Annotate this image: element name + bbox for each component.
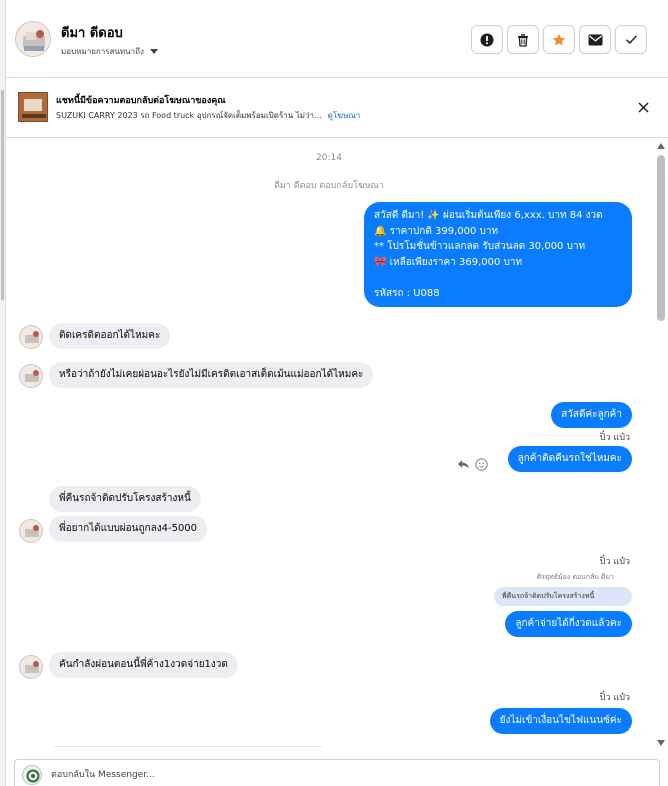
message-incoming[interactable]: ติดเครดิตออกได้ไหมคะ [49,323,171,349]
mark-done-button[interactable] [615,25,647,54]
ad-description: SUZUKI CARRY 2023 รถ Food truck อุปกรณ์จ… [56,111,322,120]
ad-reply-note: ดีมา ดีดอบ ตอบกลับโฆษณา [274,181,384,191]
header-action-buttons [471,25,647,54]
sender-label: ปิ๋ว แป๋ว [599,433,630,443]
message-composer [14,759,660,786]
sender-label: ปิ๋ว แป๋ว [599,557,630,567]
message-incoming[interactable]: พี่อยากได้แบบผ่อนถูกลง4-5000 [49,516,208,542]
trash-icon [518,33,528,47]
ad-banner-title: แชทนี้มีข้อความตอบกลับต่อโฆษณาของคุณ [56,96,226,106]
message-outgoing[interactable]: สวัสดี ดีมา! ✨ ผ่อนเริ่มต้นเพียง 6,xxx. … [364,202,632,307]
message-outgoing[interactable]: สวัสดีค่ะลูกค้า [551,402,632,428]
message-incoming[interactable]: พี่คืนรถจ้าติดปรับโครงสร้างหนี้ [49,486,201,512]
react-smiley-icon[interactable] [474,457,488,471]
scroll-down-arrow-icon[interactable] [657,740,665,746]
checkmark-icon [625,35,637,44]
message-quick-actions [456,457,488,471]
thread-scrollbar-thumb[interactable] [657,155,665,321]
thread-timestamp: 20:14 [316,153,342,163]
sender-label: ปิ๋ว แป๋ว [599,693,630,703]
thread-scrollbar[interactable] [656,140,666,748]
close-icon [637,101,649,113]
assign-label: มอบหมายการสนทนาถึง [61,47,144,56]
view-ad-link[interactable]: ดูโฆษณา [328,111,361,120]
contact-avatar-small[interactable] [19,519,43,543]
reply-context-note: ศิรยุทธ์ม้อง ตอบกลับ ดีมา [536,573,614,581]
reply-icon[interactable] [456,457,470,471]
message-incoming[interactable]: คันกำลังผ่อนตอนนี้พี่ค้าง1งวดจ่าย1งวด [49,652,238,678]
star-icon [552,33,566,46]
ad-thumbnail[interactable] [18,92,48,122]
message-incoming[interactable]: หรือว่าถ้ายังไม่เคยผ่อนอะไรยังไม่มีเครดิ… [49,362,374,388]
mark-unread-button[interactable] [579,25,611,54]
page-avatar [22,765,42,785]
close-banner-button[interactable] [634,98,652,116]
delete-button[interactable] [507,25,539,54]
divider [54,746,322,747]
assign-conversation-dropdown[interactable]: มอบหมายการสนทนาถึง [61,45,158,58]
contact-name: ดีมา ดีดอบ [61,26,123,41]
ad-reply-banner: แชทนี้มีข้อความตอบกลับต่อโฆษณาของคุณ SUZ… [6,78,668,138]
contact-avatar[interactable] [15,21,51,57]
message-outgoing[interactable]: ยังไม่เข้าเงื่อนไขไฟแนนซ์ค่ะ [489,708,632,734]
message-outgoing[interactable]: ลูกค้าจ่ายได้กี่งวดแล้วคะ [505,611,632,637]
exclamation-circle-icon [480,33,494,46]
contact-avatar-small[interactable] [19,655,43,679]
quoted-message[interactable]: พี่คืนรถจ้าติดปรับโครงสร้างหนี้ [494,587,632,606]
conversation-header: ดีมา ดีดอบ มอบหมายการสนทนาถึง [6,0,668,78]
ad-banner-subtitle: SUZUKI CARRY 2023 รถ Food truck อุปกรณ์จ… [56,109,360,122]
spam-button[interactable] [471,25,503,54]
reply-input[interactable] [51,765,611,785]
star-button[interactable] [543,25,575,54]
scroll-up-arrow-icon[interactable] [657,143,665,149]
message-outgoing[interactable]: ลูกค้าติดคืนรถใช่ไหมคะ [507,446,632,472]
messenger-inbox-window: ดีมา ดีดอบ มอบหมายการสนทนาถึง แชทนี้มีข้… [0,0,668,786]
chevron-down-icon [149,49,158,54]
message-thread[interactable]: 20:14 ดีมา ดีดอบ ตอบกลับโฆษณา สวัสดี ดีม… [6,138,652,748]
contact-avatar-small[interactable] [19,325,43,349]
contact-avatar-small[interactable] [19,364,43,388]
left-scrollbar-thumb[interactable] [1,90,4,300]
envelope-icon [588,34,602,45]
